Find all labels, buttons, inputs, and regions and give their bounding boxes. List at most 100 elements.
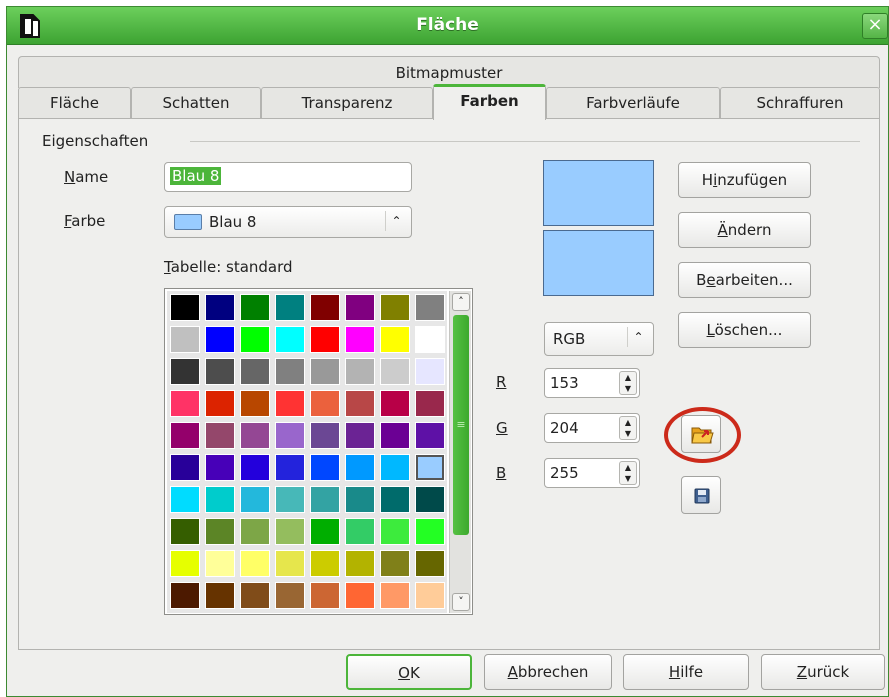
palette-cell[interactable]	[170, 294, 200, 321]
palette-cell[interactable]	[415, 582, 445, 609]
palette-cell[interactable]	[380, 454, 410, 481]
palette-cell[interactable]	[415, 486, 445, 513]
palette-cell[interactable]	[415, 454, 445, 481]
palette-cell[interactable]	[310, 390, 340, 417]
palette-cell[interactable]	[240, 582, 270, 609]
palette-cell[interactable]	[415, 422, 445, 449]
palette-cell[interactable]	[380, 390, 410, 417]
delete-button[interactable]: Löschen...	[678, 312, 811, 348]
tab-schraffuren[interactable]: Schraffuren	[720, 87, 880, 119]
palette-cell[interactable]	[170, 454, 200, 481]
palette-cell[interactable]	[310, 454, 340, 481]
spin-icon[interactable]: ▲ ▼	[619, 416, 637, 440]
palette-cell[interactable]	[205, 422, 235, 449]
palette-cell[interactable]	[240, 326, 270, 353]
r-spinbox[interactable]: 153 ▲ ▼	[544, 368, 640, 398]
palette-cell[interactable]	[205, 294, 235, 321]
palette-cell[interactable]	[170, 390, 200, 417]
palette-cell[interactable]	[240, 358, 270, 385]
palette-cell[interactable]	[310, 550, 340, 577]
palette-cell[interactable]	[380, 422, 410, 449]
scroll-up-icon[interactable]: ˄	[452, 293, 470, 311]
tab-flaeche[interactable]: Fläche	[18, 87, 131, 119]
help-button[interactable]: Hilfe	[623, 654, 749, 690]
palette-cell[interactable]	[205, 518, 235, 545]
palette-cell[interactable]	[380, 582, 410, 609]
palette-cell[interactable]	[345, 486, 375, 513]
close-button[interactable]: ×	[862, 13, 888, 39]
palette-cell[interactable]	[170, 550, 200, 577]
spin-icon[interactable]: ▲ ▼	[619, 371, 637, 395]
palette-cell[interactable]	[345, 582, 375, 609]
palette-cell[interactable]	[345, 326, 375, 353]
palette-cell[interactable]	[380, 518, 410, 545]
palette-cell[interactable]	[170, 582, 200, 609]
edit-button[interactable]: Bearbeiten...	[678, 262, 811, 298]
palette-cell[interactable]	[205, 550, 235, 577]
palette-cell[interactable]	[240, 422, 270, 449]
tab-schatten[interactable]: Schatten	[131, 87, 261, 119]
palette-cell[interactable]	[380, 294, 410, 321]
tab-farben[interactable]: Farben	[433, 84, 546, 120]
cancel-button[interactable]: Abbrechen	[484, 654, 612, 690]
ok-button[interactable]: OK	[346, 654, 472, 690]
b-spinbox[interactable]: 255 ▲ ▼	[544, 458, 640, 488]
palette-cell[interactable]	[380, 358, 410, 385]
palette-cell[interactable]	[310, 294, 340, 321]
palette-cell[interactable]	[275, 294, 305, 321]
palette-cell[interactable]	[205, 454, 235, 481]
palette-cell[interactable]	[415, 294, 445, 321]
palette-cell[interactable]	[345, 550, 375, 577]
add-button[interactable]: Hinzufügen	[678, 162, 811, 198]
scroll-down-icon[interactable]: ˅	[452, 593, 470, 611]
palette-cell[interactable]	[170, 518, 200, 545]
scroll-thumb[interactable]: ≡	[453, 315, 469, 535]
palette-cell[interactable]	[415, 550, 445, 577]
palette-cell[interactable]	[170, 486, 200, 513]
palette-cell[interactable]	[345, 390, 375, 417]
palette-cell[interactable]	[170, 358, 200, 385]
palette-cell[interactable]	[205, 326, 235, 353]
palette-cell[interactable]	[310, 582, 340, 609]
palette-cell[interactable]	[275, 486, 305, 513]
palette-cell[interactable]	[345, 518, 375, 545]
palette-cell[interactable]	[345, 294, 375, 321]
palette-scrollbar[interactable]: ˄ ≡ ˅	[449, 291, 471, 613]
palette-cell[interactable]	[275, 422, 305, 449]
save-palette-button[interactable]	[681, 476, 721, 514]
palette-cell[interactable]	[415, 518, 445, 545]
palette-cell[interactable]	[345, 454, 375, 481]
palette-cell[interactable]	[240, 486, 270, 513]
palette-cell[interactable]	[380, 486, 410, 513]
tab-transparenz[interactable]: Transparenz	[261, 87, 433, 119]
palette-cell[interactable]	[240, 550, 270, 577]
palette-cell[interactable]	[310, 358, 340, 385]
palette-cell[interactable]	[170, 422, 200, 449]
palette-cell[interactable]	[275, 326, 305, 353]
palette-cell[interactable]	[275, 550, 305, 577]
palette-cell[interactable]	[205, 390, 235, 417]
palette-cell[interactable]	[240, 390, 270, 417]
palette-cell[interactable]	[345, 358, 375, 385]
palette-cell[interactable]	[205, 582, 235, 609]
palette-cell[interactable]	[170, 326, 200, 353]
spin-icon[interactable]: ▲ ▼	[619, 461, 637, 485]
palette-cell[interactable]	[380, 550, 410, 577]
color-model-select[interactable]: RGB ⌃	[544, 322, 654, 356]
palette-cell[interactable]	[415, 390, 445, 417]
palette-cell[interactable]	[240, 294, 270, 321]
palette-cell[interactable]	[275, 358, 305, 385]
palette-cell[interactable]	[275, 518, 305, 545]
palette-cell[interactable]	[310, 326, 340, 353]
palette-cell[interactable]	[380, 326, 410, 353]
palette-cell[interactable]	[310, 486, 340, 513]
palette-cell[interactable]	[345, 422, 375, 449]
palette-cell[interactable]	[415, 358, 445, 385]
palette-cell[interactable]	[275, 582, 305, 609]
palette-cell[interactable]	[310, 422, 340, 449]
name-input[interactable]: Blau 8	[164, 162, 412, 192]
g-spinbox[interactable]: 204 ▲ ▼	[544, 413, 640, 443]
tab-farbverlaeufe[interactable]: Farbverläufe	[546, 87, 720, 119]
palette-cell[interactable]	[205, 358, 235, 385]
palette-cell[interactable]	[275, 454, 305, 481]
